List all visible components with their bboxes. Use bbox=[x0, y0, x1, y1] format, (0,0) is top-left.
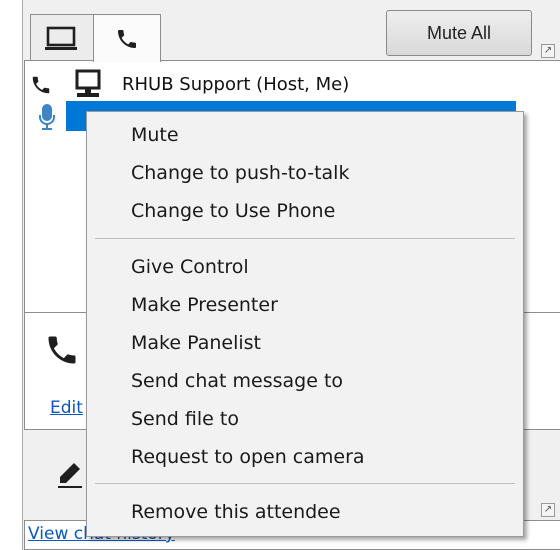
tab-phone-attendees[interactable] bbox=[93, 14, 161, 62]
menu-separator bbox=[95, 238, 515, 239]
attendee-context-menu: Mute Change to push-to-talk Change to Us… bbox=[86, 111, 524, 537]
phone-icon bbox=[118, 29, 136, 48]
menu-item-send-chat[interactable]: Send chat message to bbox=[131, 370, 343, 392]
menu-item-use-phone[interactable]: Change to Use Phone bbox=[131, 200, 335, 222]
menu-item-mute[interactable]: Mute bbox=[131, 124, 179, 146]
microphone-icon[interactable] bbox=[38, 103, 56, 135]
attendee-name[interactable]: RHUB Support (Host, Me) bbox=[122, 74, 349, 95]
menu-item-send-file[interactable]: Send file to bbox=[131, 408, 239, 430]
expand-icon[interactable]: ↗ bbox=[541, 44, 555, 58]
expand-icon[interactable]: ↗ bbox=[541, 503, 555, 517]
menu-item-open-camera[interactable]: Request to open camera bbox=[131, 446, 365, 468]
phone-icon bbox=[30, 74, 52, 100]
menu-separator bbox=[95, 483, 515, 484]
menu-item-remove-attendee[interactable]: Remove this attendee bbox=[131, 501, 341, 523]
pencil-icon[interactable] bbox=[56, 460, 84, 494]
tab-computer-attendees[interactable] bbox=[30, 14, 94, 62]
monitor-icon bbox=[72, 69, 106, 103]
menu-item-make-panelist[interactable]: Make Panelist bbox=[131, 332, 261, 354]
phone-icon bbox=[44, 332, 80, 372]
menu-item-push-to-talk[interactable]: Change to push-to-talk bbox=[131, 162, 349, 184]
menu-item-make-presenter[interactable]: Make Presenter bbox=[131, 294, 278, 316]
monitor-icon bbox=[45, 26, 77, 50]
edit-link[interactable]: Edit bbox=[50, 398, 83, 418]
mute-all-button[interactable]: Mute All bbox=[386, 10, 532, 56]
menu-item-give-control[interactable]: Give Control bbox=[131, 256, 249, 278]
